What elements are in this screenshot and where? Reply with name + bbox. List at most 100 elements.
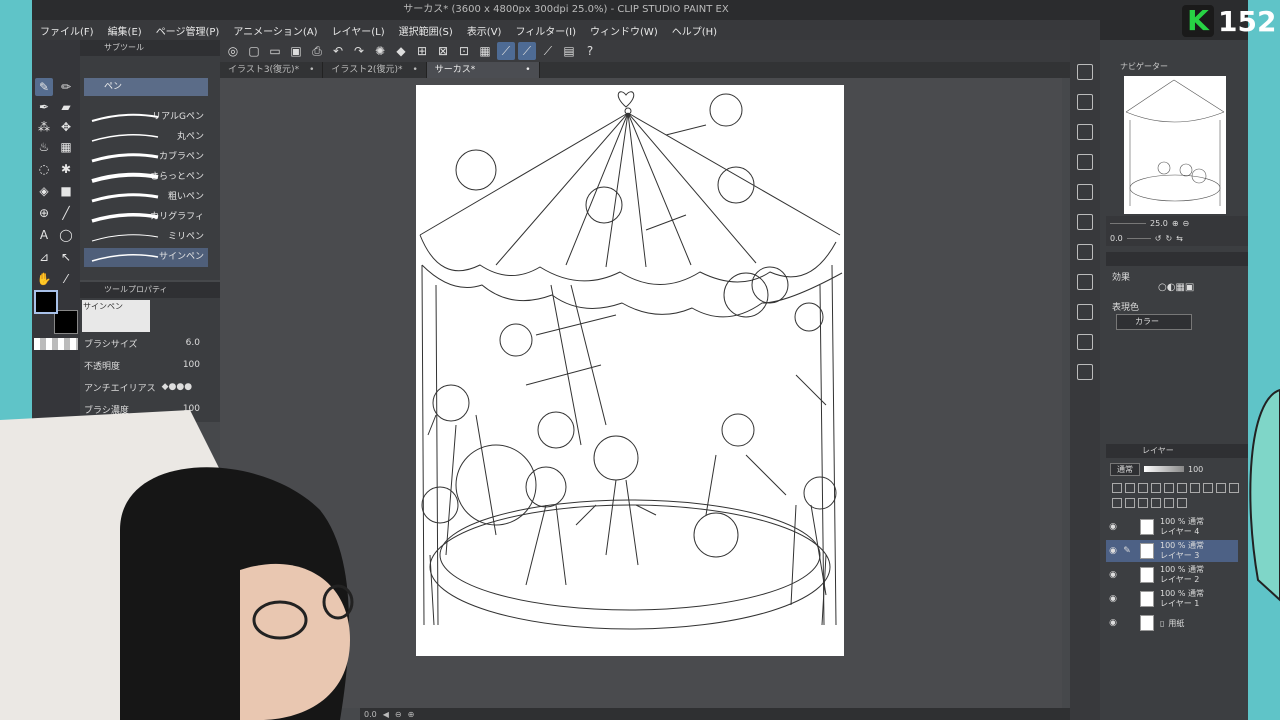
- subtool-group-selected[interactable]: ペン: [84, 78, 208, 96]
- brush-size-row[interactable]: ブラシサイズ 6.0: [84, 334, 216, 352]
- open-folder-icon[interactable]: ▭: [266, 42, 284, 60]
- gradient-tool-icon[interactable]: ■: [57, 182, 75, 200]
- layer-row-2[interactable]: ◉ 100 % 通常 レイヤー 2: [1106, 564, 1238, 586]
- magic-wand-icon[interactable]: ✱: [57, 160, 75, 178]
- brush-kabura-pen[interactable]: カブラペン: [84, 148, 208, 167]
- eye-icon[interactable]: ◉: [1106, 546, 1120, 556]
- antialias-row[interactable]: アンチエイリアス ◆●●●: [84, 378, 216, 396]
- brush-milli-pen[interactable]: ミリペン: [84, 228, 208, 247]
- redo-icon[interactable]: ↷: [350, 42, 368, 60]
- menu-file[interactable]: ファイル(F): [40, 23, 94, 38]
- timeline-icon[interactable]: [1077, 304, 1093, 320]
- delete-layer-icon[interactable]: [1177, 497, 1187, 508]
- navigator-thumbnail[interactable]: [1124, 76, 1226, 214]
- object-tool-icon[interactable]: ⊕: [35, 204, 53, 222]
- print-icon[interactable]: ⎙: [308, 42, 326, 60]
- device-settings-icon[interactable]: ▤: [560, 42, 578, 60]
- snap-special-ruler-icon[interactable]: ⟋: [518, 42, 536, 60]
- eye-icon[interactable]: ◉: [1106, 618, 1120, 628]
- close-icon[interactable]: •: [525, 62, 530, 78]
- text-tool-icon[interactable]: A: [35, 226, 53, 244]
- rotation-slider[interactable]: [1126, 238, 1151, 239]
- zoom-out-button[interactable]: ⊖: [1183, 219, 1190, 228]
- eraser-tool-icon[interactable]: ▰: [57, 98, 75, 116]
- scroll-left-icon[interactable]: ◀: [383, 710, 389, 719]
- zoom-in-button[interactable]: ⊕: [1172, 219, 1179, 228]
- clear-icon[interactable]: ✺: [371, 42, 389, 60]
- antialias-options-icon[interactable]: ◆●●●: [162, 382, 192, 392]
- fill-layer-icon[interactable]: [1151, 497, 1161, 508]
- brush-rough-pen[interactable]: 粗いペン: [84, 188, 208, 207]
- new-layer-icon[interactable]: [1112, 483, 1122, 493]
- folder-icon[interactable]: [1216, 483, 1226, 493]
- opacity-row[interactable]: 不透明度 100: [84, 356, 216, 374]
- main-color-swatch[interactable]: [34, 290, 58, 314]
- decoration-tool-icon[interactable]: ⁂: [35, 118, 53, 136]
- tab-circus[interactable]: サーカス* •: [426, 62, 540, 78]
- canvas-paper[interactable]: [416, 85, 844, 656]
- pen-tool-icon[interactable]: ✎: [35, 78, 53, 96]
- brush-sign-pen[interactable]: サインペン: [84, 248, 208, 267]
- save-icon[interactable]: ▣: [287, 42, 305, 60]
- menu-layer[interactable]: レイヤー(L): [332, 23, 385, 38]
- hand-tool-icon[interactable]: ✋: [35, 270, 53, 288]
- deselect-icon[interactable]: ⊠: [434, 42, 452, 60]
- eye-icon[interactable]: ◉: [1106, 594, 1120, 604]
- tab-illust3[interactable]: イラスト3(復元)* •: [220, 62, 324, 78]
- close-panel-icon[interactable]: [1077, 184, 1093, 200]
- ruler-icon[interactable]: [1203, 483, 1213, 493]
- menu-edit[interactable]: 編集(E): [108, 23, 142, 38]
- zoom-slider[interactable]: [1110, 223, 1146, 224]
- balloon-tool-icon[interactable]: ◯: [57, 226, 75, 244]
- properties-icon[interactable]: [1077, 334, 1093, 350]
- new-folder-icon[interactable]: [1125, 497, 1135, 508]
- material-icon[interactable]: [1077, 124, 1093, 140]
- invert-selection-icon[interactable]: ▦: [476, 42, 494, 60]
- layer-row-3[interactable]: ◉ ✎ 100 % 通常 レイヤー 3: [1106, 540, 1238, 562]
- draft-icon[interactable]: [1151, 483, 1161, 493]
- opacity-value[interactable]: 100: [183, 360, 200, 370]
- search-icon[interactable]: [1077, 94, 1093, 110]
- help-icon[interactable]: ?: [581, 42, 599, 60]
- menu-window[interactable]: ウィンドウ(W): [590, 23, 658, 38]
- menu-filter[interactable]: フィルター(I): [515, 23, 576, 38]
- tab-illust2[interactable]: イラスト2(復元)* •: [323, 62, 427, 78]
- snap-ruler-icon[interactable]: ⟋: [497, 42, 515, 60]
- brush-tool-icon[interactable]: ✒: [35, 98, 53, 116]
- undo-icon[interactable]: ↶: [329, 42, 347, 60]
- brush-saratto-pen[interactable]: さらっとペン: [84, 168, 208, 187]
- menu-page[interactable]: ページ管理(P): [156, 23, 220, 38]
- menu-help[interactable]: ヘルプ(H): [672, 23, 717, 38]
- pencil-tool-icon[interactable]: ✏: [57, 78, 75, 96]
- lock-transparency-icon[interactable]: [1177, 483, 1187, 493]
- eyedropper-tool-icon[interactable]: ⁄: [57, 270, 75, 288]
- layer-opacity-slider[interactable]: [1144, 466, 1184, 472]
- zoom-value[interactable]: 25.0: [1150, 219, 1168, 228]
- mask-icon[interactable]: [1190, 483, 1200, 493]
- history-icon[interactable]: [1077, 244, 1093, 260]
- grid-tool-icon[interactable]: ▦: [57, 138, 75, 156]
- eye-icon[interactable]: ◉: [1106, 570, 1120, 580]
- fill-icon[interactable]: ◆: [392, 42, 410, 60]
- brush-maru-pen[interactable]: 丸ペン: [84, 128, 208, 147]
- menu-view[interactable]: 表示(V): [467, 23, 502, 38]
- mask-add-icon[interactable]: [1164, 497, 1174, 508]
- new-vector-layer-icon[interactable]: [1112, 497, 1122, 508]
- menu-selection[interactable]: 選択範囲(S): [399, 23, 453, 38]
- lock-icon[interactable]: [1164, 483, 1174, 493]
- effect-icons[interactable]: ○◐▦▣: [1158, 282, 1194, 293]
- copy-layer-icon[interactable]: [1138, 497, 1148, 508]
- layer-row-4[interactable]: ◉ 100 % 通常 レイヤー 4: [1106, 516, 1238, 538]
- snap-grid-icon[interactable]: ⟋: [539, 42, 557, 60]
- line-tool-icon[interactable]: ╱: [57, 204, 75, 222]
- close-icon[interactable]: •: [412, 62, 417, 78]
- rotation-value[interactable]: 0.0: [1110, 234, 1123, 243]
- menu-animation[interactable]: アニメーション(A): [233, 23, 317, 38]
- brush-real-g-pen[interactable]: リアルGペン: [84, 108, 208, 127]
- blend-tool-icon[interactable]: ♨: [35, 138, 53, 156]
- new-file-icon[interactable]: ▢: [245, 42, 263, 60]
- image-panel-icon[interactable]: [1077, 274, 1093, 290]
- clip-icon[interactable]: [1125, 483, 1135, 493]
- clip-studio-icon[interactable]: ◎: [224, 42, 242, 60]
- zoom-out-icon[interactable]: ⊖: [395, 710, 402, 719]
